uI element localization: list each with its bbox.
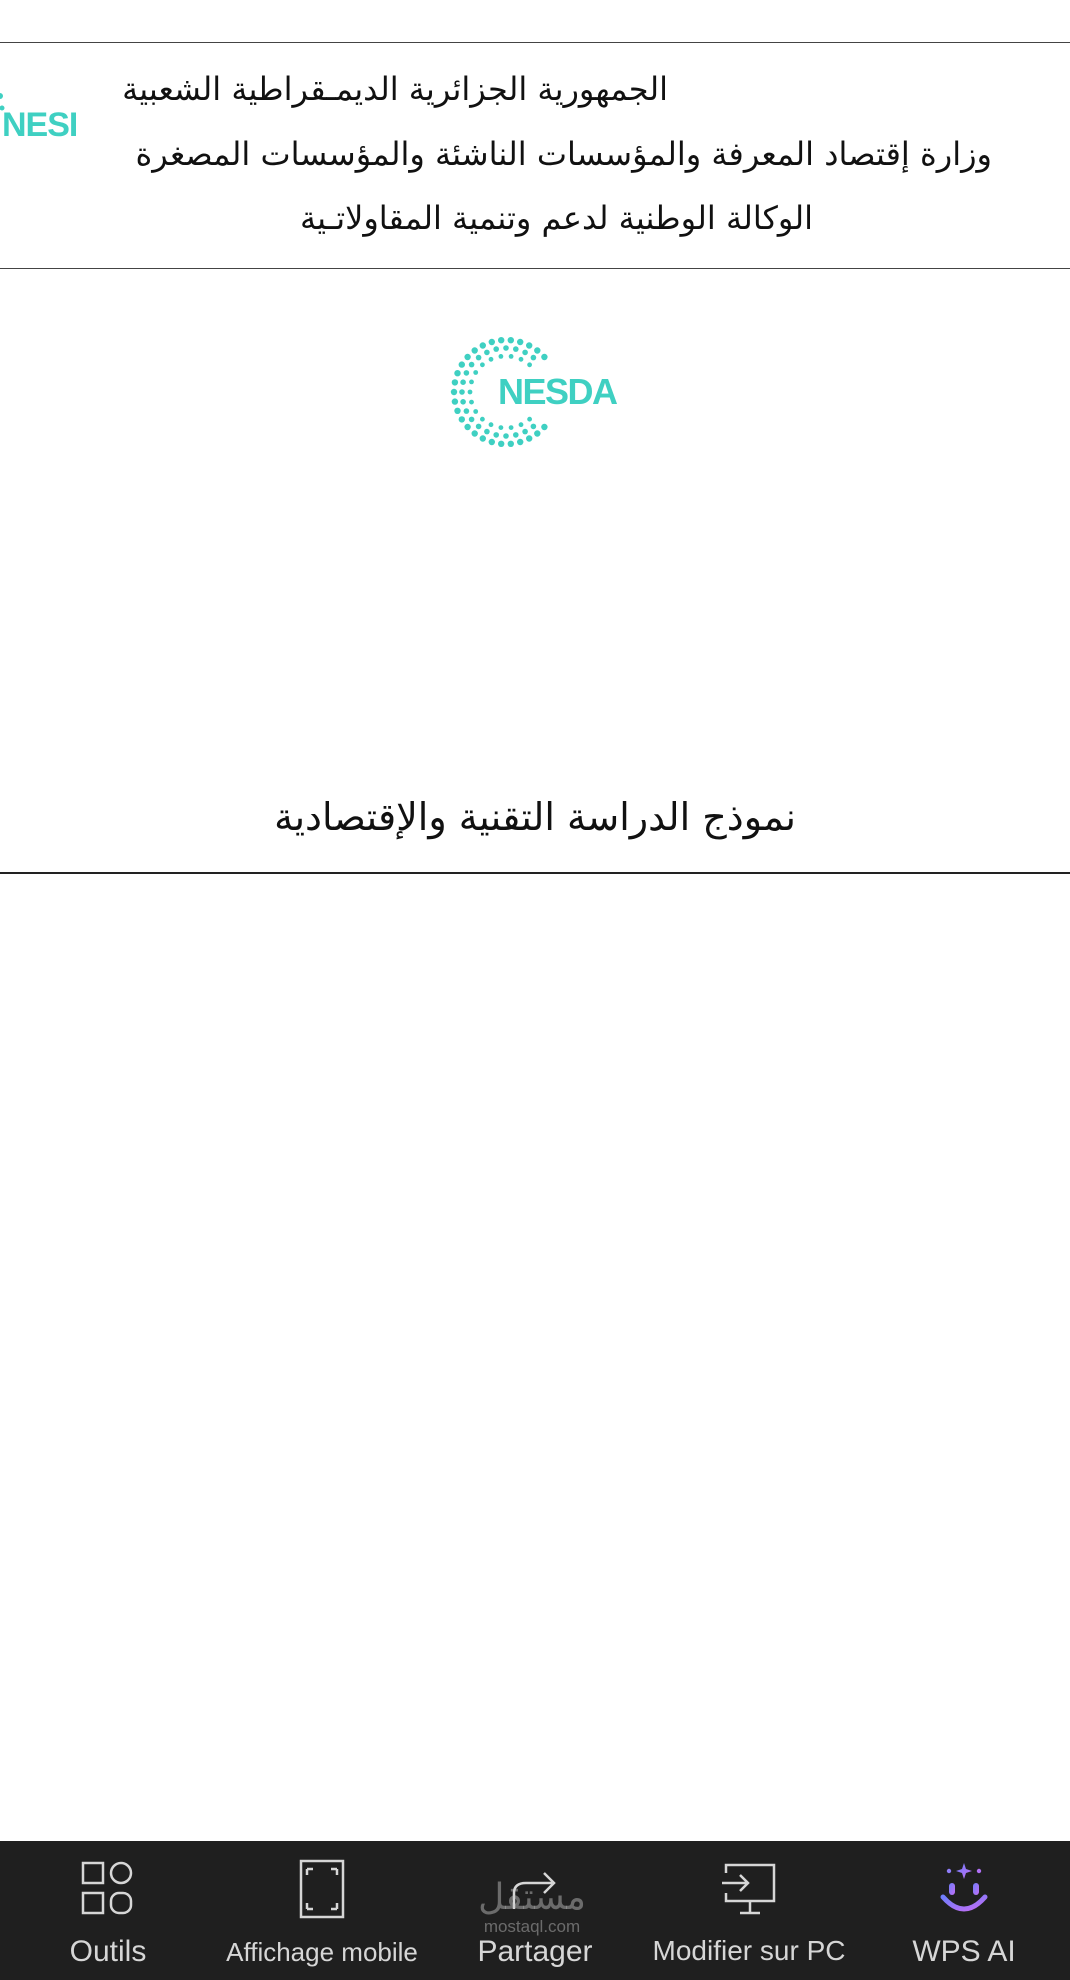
mobile-view-label: Affichage mobile [226,1937,418,1967]
tools-grid-icon [81,1861,133,1915]
mobile-view-button[interactable]: Affichage mobile [212,1841,432,1980]
edit-on-pc-icon [722,1863,776,1915]
tools-button[interactable]: Outils [30,1841,186,1980]
share-label: Partager [477,1935,593,1968]
nesda-logo: NESDA [450,337,620,447]
wps-ai-button[interactable]: WPS AI [880,1841,1048,1980]
svg-text:NESDA: NESDA [498,371,618,412]
edit-on-pc-button[interactable]: Modifier sur PC [638,1841,860,1980]
mobile-view-icon [299,1859,345,1919]
document-page: NESDA الجمهورية الجزائرية الديم‍ـقراطية … [0,0,1070,1980]
top-divider [0,42,1070,43]
share-icon [512,1872,556,1909]
header-republic-name: الجمهورية الجزائرية الديم‍ـقراطية الشعبي… [122,70,668,108]
wps-ai-label: WPS AI [912,1935,1016,1968]
document-title: نموذج الدراسة التقنية والإقتصادية [274,795,796,839]
wps-ai-icon [940,1863,988,1912]
bottom-toolbar: Outils Affichage mobile Partager Modifie… [0,1841,1070,1980]
share-button[interactable]: Partager [450,1841,620,1980]
tools-label: Outils [69,1935,147,1968]
header-agency-name: الوكالة الوطنية لدعم وتنمية المقاولات‍ـي… [300,199,813,237]
edit-on-pc-label: Modifier sur PC [652,1935,846,1966]
nesda-corner-logo: NESDA [0,93,76,144]
header-ministry-name: وزارة إقتصاد المعرفة والمؤسسات الناشئة و… [135,135,992,173]
title-divider [0,872,1070,874]
svg-text:NESDA: NESDA [2,106,76,144]
header-divider [0,268,1070,269]
